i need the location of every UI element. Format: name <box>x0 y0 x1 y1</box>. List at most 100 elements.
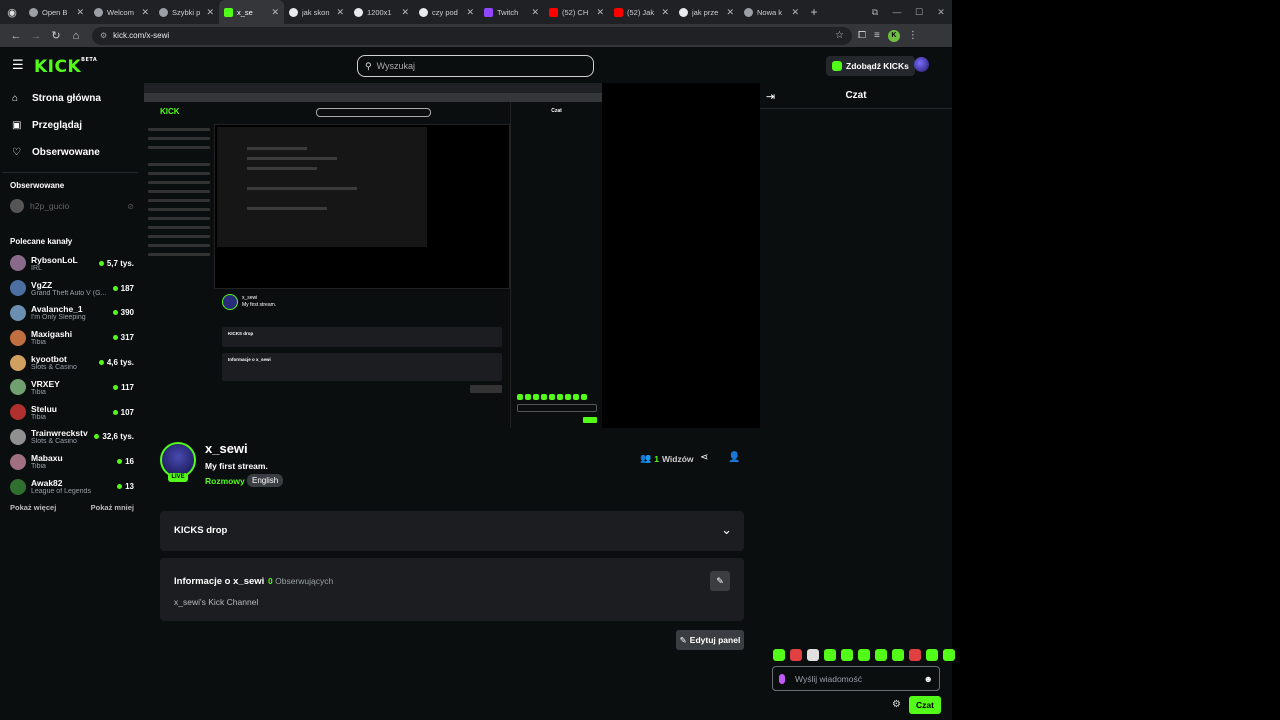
emote-icon[interactable] <box>875 649 887 661</box>
emote-icon[interactable] <box>909 649 921 661</box>
channel-name: Steluu <box>31 403 57 414</box>
browser-tab[interactable]: czy pod ✕ <box>414 0 479 24</box>
close-tab-icon[interactable]: ✕ <box>531 7 539 18</box>
github-icon <box>29 7 38 17</box>
channel-name: VgZZ <box>31 279 53 290</box>
sidebar-nav-item[interactable]: ♡ Obserwowane <box>0 139 140 166</box>
browser-tab[interactable]: (52) CH ✕ <box>544 0 609 24</box>
browser-tab[interactable]: Welcom ✕ <box>89 0 154 24</box>
close-tab-icon[interactable]: ✕ <box>401 7 409 18</box>
followed-channel[interactable]: h2p_gucio ⊘ <box>0 195 140 217</box>
sidebar-nav-item[interactable]: ▣ Przeglądaj <box>0 112 140 139</box>
recommended-channel[interactable]: Trainwreckstv Slots & Casino 32,6 tys. <box>0 425 140 450</box>
share-icon[interactable]: ⋖ <box>700 452 708 463</box>
close-tab-icon[interactable]: ✕ <box>466 7 474 18</box>
recommended-channel[interactable]: Avalanche_1 I'm Only Sleeping 390 <box>0 301 140 326</box>
hamburger-menu-icon[interactable]: ☰ <box>12 58 24 71</box>
search-input[interactable]: ⚲ Wyszukaj <box>357 55 594 77</box>
chat-message-input[interactable]: Wyślij wiadomość ☻ <box>772 666 940 691</box>
video-player[interactable]: KICK x_sewi My first stream. KICKS drop … <box>144 83 760 428</box>
browser-tab[interactable]: Open B ✕ <box>24 0 89 24</box>
recommended-channel[interactable]: Mabaxu Tibia 16 <box>0 449 140 474</box>
github-icon <box>159 7 168 17</box>
recommended-channel[interactable]: Maxigashi Tibia 317 <box>0 325 140 350</box>
close-tab-icon[interactable]: ✕ <box>726 7 734 18</box>
close-window-button[interactable]: ✕ <box>930 0 952 24</box>
show-more-button[interactable]: Pokaż więcej <box>10 503 56 512</box>
browser-tab[interactable]: Twitch ✕ <box>479 0 544 24</box>
site-info-icon[interactable]: ⚙ <box>100 31 107 40</box>
tab-title: Open B <box>42 7 68 17</box>
get-kicks-button[interactable]: Zdobądź KICKs <box>826 56 915 76</box>
minimize-button[interactable]: — <box>886 0 908 24</box>
close-tab-icon[interactable]: ✕ <box>596 7 604 18</box>
close-tab-icon[interactable]: ✕ <box>76 7 84 18</box>
emote-icon[interactable] <box>824 649 836 661</box>
emote-icon[interactable] <box>943 649 955 661</box>
stream-category[interactable]: Rozmowy <box>205 476 245 486</box>
extensions-icon[interactable]: ⧠ <box>858 30 866 41</box>
chat-settings-icon[interactable]: ⚙ <box>892 699 901 710</box>
recommended-channel[interactable]: RybsonLoL IRL 5,7 tys. <box>0 251 140 276</box>
edit-pencil-icon[interactable]: ✎ <box>710 571 730 591</box>
address-bar[interactable]: ⚙ kick.com/x-sewi ☆ <box>92 26 852 45</box>
browser-tab[interactable]: (52) Jak ✕ <box>609 0 674 24</box>
kick-logo[interactable]: KICKBETA <box>34 57 97 77</box>
edit-panel-button[interactable]: ✎ Edytuj panel <box>676 630 744 650</box>
browser-tab[interactable]: jak prze ✕ <box>674 0 739 24</box>
close-tab-icon[interactable]: ✕ <box>336 7 344 18</box>
show-less-button[interactable]: Pokaż mniej <box>91 503 134 512</box>
home-button[interactable]: ⌂ <box>66 30 86 42</box>
user-settings-icon[interactable]: 👤 <box>728 452 740 463</box>
emote-icon[interactable] <box>858 649 870 661</box>
emote-icon[interactable] <box>807 649 819 661</box>
recommended-channel[interactable]: VRXEY Tibia 117 <box>0 375 140 400</box>
tab-search-icon[interactable]: ◉ <box>0 0 24 24</box>
emote-icon[interactable] <box>926 649 938 661</box>
close-tab-icon[interactable]: ✕ <box>661 7 669 18</box>
chat-send-button[interactable]: Czat <box>909 696 941 714</box>
browser-tab[interactable]: Szybki p ✕ <box>154 0 219 24</box>
emote-icon[interactable] <box>790 649 802 661</box>
emote-icon[interactable] <box>841 649 853 661</box>
new-tab-button[interactable]: + <box>804 5 824 19</box>
browser-tab[interactable]: jak skon ✕ <box>284 0 349 24</box>
emote-icon[interactable] <box>892 649 904 661</box>
recommended-channel[interactable]: VgZZ Grand Theft Auto V (G... 187 <box>0 276 140 301</box>
maximize-button[interactable]: ☐ <box>908 0 930 24</box>
menu-icon[interactable]: ⋮ <box>908 30 918 41</box>
recommended-heading: Polecane kanały <box>10 237 73 246</box>
reload-button[interactable]: ↻ <box>46 29 66 42</box>
browser-toolbar: ← → ↻ ⌂ ⚙ kick.com/x-sewi ☆ ⧠ ≡ K ⋮ <box>0 24 952 47</box>
channel-name[interactable]: x_sewi <box>205 441 248 456</box>
close-tab-icon[interactable]: ✕ <box>206 7 214 18</box>
language-tag[interactable]: English <box>247 474 284 487</box>
user-avatar[interactable] <box>914 57 929 72</box>
microphone-icon[interactable] <box>779 673 785 684</box>
recommended-channel[interactable]: kyootbot Slots & Casino 4,6 tys. <box>0 350 140 375</box>
viewer-count: 187 <box>112 284 134 293</box>
forward-button[interactable]: → <box>26 30 46 42</box>
channel-category: Tibia <box>31 388 46 396</box>
tab-title: (52) CH <box>562 7 589 17</box>
close-tab-icon[interactable]: ✕ <box>271 7 279 18</box>
profile-avatar[interactable]: K <box>887 29 900 42</box>
media-icon[interactable]: ≡ <box>874 30 880 41</box>
close-tab-icon[interactable]: ✕ <box>141 7 149 18</box>
recommended-channel[interactable]: Awak82 League of Legends 13 <box>0 474 140 499</box>
browser-tab[interactable]: 1200x1 ✕ <box>349 0 414 24</box>
close-tab-icon[interactable]: ✕ <box>791 7 799 18</box>
kicks-drop-panel[interactable]: KICKS drop ⌄ <box>160 511 744 551</box>
avatar <box>10 428 26 445</box>
chevron-down-icon[interactable]: ⌄ <box>721 522 732 538</box>
sidebar-nav-label: Strona główna <box>32 93 101 104</box>
browser-tab[interactable]: Nowa k ✕ <box>739 0 804 24</box>
emote-icon[interactable] <box>773 649 785 661</box>
bookmark-star-icon[interactable]: ☆ <box>835 30 844 41</box>
emoji-icon[interactable]: ☻ <box>924 674 933 684</box>
browser-tab[interactable]: x_se ✕ <box>219 0 284 24</box>
back-button[interactable]: ← <box>6 30 26 42</box>
sidebar-nav-item[interactable]: ⌂ Strona główna <box>0 85 140 112</box>
tab-list-icon[interactable]: ⧉ <box>864 0 886 24</box>
recommended-channel[interactable]: Steluu Tibia 107 <box>0 400 140 425</box>
